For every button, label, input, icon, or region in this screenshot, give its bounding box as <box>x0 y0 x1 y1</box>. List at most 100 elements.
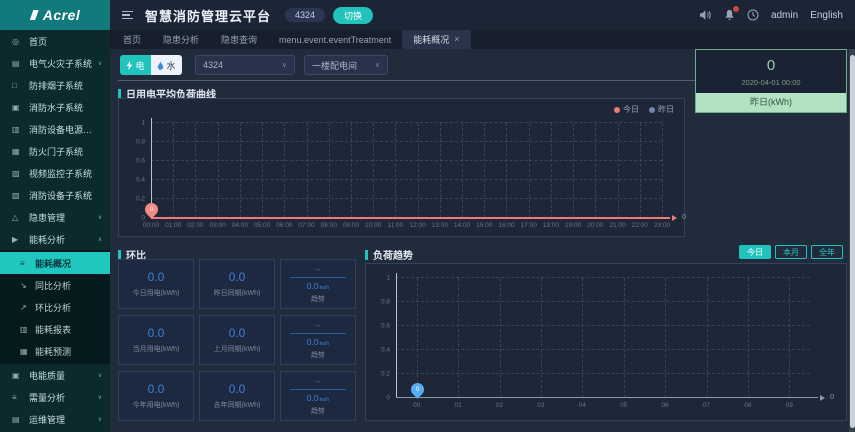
legend-label: 昨日 <box>658 105 674 114</box>
brand-logo: Acrel <box>0 0 110 30</box>
sidebar-subitem-icon: ↘ <box>20 280 27 290</box>
ring-label: 上月同期(kWh) <box>213 346 261 353</box>
ring-card: 0.0 今日用电(kWh) <box>118 259 194 309</box>
trend-range-buttons: 今日 本月 全年 <box>739 245 843 259</box>
main-content: 电 水 4324 ∨ 一楼配电间 ∨ 日用电平均负荷曲线 用电峰值 <box>110 49 855 432</box>
sidebar-item[interactable]: ▣ 电能质量 ∨ <box>0 364 110 386</box>
tab-label: 能耗概况 <box>413 35 450 45</box>
y-axis-line <box>396 273 397 398</box>
scrollbar-thumb[interactable] <box>849 55 855 428</box>
switch-button[interactable]: 切换 <box>333 6 374 24</box>
sidebar-subitem[interactable]: ▦ 能耗预测 <box>0 340 110 362</box>
sidebar-subitem[interactable]: ↘ 同比分析 <box>0 274 110 296</box>
sidebar-item-label: 防火门子系统 <box>29 146 84 157</box>
sidebar-subitem-label: 能耗预测 <box>35 346 72 357</box>
user-menu[interactable]: admin <box>771 10 798 21</box>
sidebar-item-icon: ▣ <box>12 102 20 112</box>
legend-item[interactable]: 今日 <box>614 104 639 115</box>
axis-arrow-icon <box>672 215 677 221</box>
trend-range-button[interactable]: 本月 <box>775 245 807 259</box>
sidebar-item[interactable]: ▦ 防火门子系统 <box>0 140 110 162</box>
sidebar-item[interactable]: ▥ 消防设备电源子系统 <box>0 118 110 140</box>
tab[interactable]: 隐患分析 × <box>152 30 210 49</box>
chevron-icon: ∨ <box>97 60 102 67</box>
peak-label: 昨日(kWh) <box>696 93 846 112</box>
peak-card: 0 2020-04-01 00:00 昨日(kWh) <box>695 49 847 113</box>
load-curve-panel: 今日 昨日 0 0 0 0.2 0.4 0.6 0.8 1 00:00 01:00 02:00 0… <box>118 98 686 237</box>
sidebar-item-label: 消防设备子系统 <box>29 190 93 201</box>
sidebar-item-label: 视频监控子系统 <box>29 168 93 179</box>
sidebar-item[interactable]: ▨ 视频监控子系统 <box>0 162 110 184</box>
tab[interactable]: 隐患查询 × <box>210 30 268 49</box>
scrollbar[interactable] <box>849 49 855 432</box>
sidebar-item-icon: ▤ <box>12 414 20 424</box>
sidebar-item-icon: □ <box>12 80 17 90</box>
data-point-marker[interactable]: 0 <box>407 380 427 399</box>
legend-label: 今日 <box>623 105 639 114</box>
sidebar-item-label: 电能质量 <box>29 370 66 381</box>
tab[interactable]: 能耗概况 × <box>402 30 471 49</box>
chevron-icon: ∨ <box>97 394 102 401</box>
trend-range-button[interactable]: 今日 <box>739 245 771 259</box>
bell-icon[interactable] <box>724 6 739 21</box>
sidebar-item[interactable]: □ 防排烟子系统 <box>0 74 110 96</box>
sidebar-item[interactable]: ▤ 运维管理 ∨ <box>0 408 110 430</box>
project-id-badge: 4324 <box>285 8 326 22</box>
sidebar-subitem-label: 能耗概况 <box>35 258 72 269</box>
ring-value: 0.0 <box>228 270 246 284</box>
legend-item[interactable]: 昨日 <box>649 104 674 115</box>
sidebar-item[interactable]: ▧ 消防设备子系统 <box>0 184 110 206</box>
trend-percent: -- <box>315 264 321 274</box>
notification-badge <box>732 6 739 12</box>
collapse-menu-icon[interactable] <box>122 10 133 20</box>
sidebar-subitem[interactable]: ≡ 能耗概况 <box>0 252 110 274</box>
today-series-line <box>151 217 670 219</box>
room-select[interactable]: 一楼配电间 ∨ <box>304 55 388 75</box>
sidebar-subitem[interactable]: ▥ 能耗报表 <box>0 318 110 340</box>
sidebar-item-icon: ▣ <box>12 370 20 380</box>
sidebar-item[interactable]: ▣ 消防水子系统 <box>0 96 110 118</box>
sidebar-subitem-label: 同比分析 <box>35 280 72 291</box>
sidebar-subitem-icon: ▥ <box>20 324 28 334</box>
chevron-icon: ∨ <box>97 416 102 423</box>
trend-percent: -- <box>315 376 321 386</box>
ring-row: 0.0 当月用电(kWh) 0.0 上月同期(kWh) -- 0.0kwh 趋势 <box>118 315 356 365</box>
trend-range-button[interactable]: 全年 <box>811 245 843 259</box>
title-marker <box>118 88 121 99</box>
tab-close-icon[interactable]: × <box>454 35 459 44</box>
chevron-down-icon: ∨ <box>374 62 380 69</box>
room-select-value: 一楼配电间 <box>312 60 358 71</box>
ring-card: 0.0 今年用电(kWh) <box>118 371 194 421</box>
ring-card: 0.0 当月用电(kWh) <box>118 315 194 365</box>
sidebar: ◎ 首页 ▤ 电气火灾子系统 ∨ □ 防排烟子系统 ▣ 消防水子系统 ▥ 消防设… <box>0 30 110 432</box>
electric-toggle-button[interactable]: 电 <box>120 55 151 75</box>
sidebar-item[interactable]: ▶ 能耗分析 ∧ <box>0 228 110 250</box>
speaker-icon[interactable] <box>699 9 712 21</box>
load-trend-title: 负荷趋势 <box>365 247 413 262</box>
data-point-marker[interactable]: 0 <box>142 200 161 219</box>
station-select[interactable]: 4324 ∨ <box>195 55 295 75</box>
sidebar-item-label: 消防水子系统 <box>29 102 84 113</box>
sidebar-submenu: ≡ 能耗概况 ↘ 同比分析 ↗ 环比分析 ▥ 能耗报表 ▦ 能耗预测 <box>0 250 110 364</box>
ring-trend-card: -- 0.0kwh 趋势 <box>280 315 356 365</box>
sidebar-subitem-label: 环比分析 <box>35 302 72 313</box>
sidebar-subitem[interactable]: ↗ 环比分析 <box>0 296 110 318</box>
peak-datetime: 2020-04-01 00:00 <box>741 78 801 87</box>
water-toggle-button[interactable]: 水 <box>151 55 182 75</box>
language-switch[interactable]: English <box>810 10 843 21</box>
tab[interactable]: menu.event.eventTreatment × <box>268 30 402 49</box>
divider <box>290 276 346 278</box>
tab[interactable]: 首页 × <box>112 30 152 49</box>
sidebar-item[interactable]: ≡ 需量分析 ∨ <box>0 386 110 408</box>
sidebar-item-label: 隐患管理 <box>29 212 66 223</box>
sidebar-item[interactable]: △ 隐患管理 ∨ <box>0 206 110 228</box>
ring-card: 0.0 上月同期(kWh) <box>199 315 275 365</box>
trend-value: 0.0kwh <box>306 392 330 403</box>
ring-label: 今年用电(kWh) <box>132 402 180 409</box>
sidebar-item[interactable]: ◎ 首页 <box>0 30 110 52</box>
sidebar-item[interactable]: ▤ 电气火灾子系统 ∨ <box>0 52 110 74</box>
ring-row: 0.0 今日用电(kWh) 0.0 昨日同期(kWh) -- 0.0kwh 趋势 <box>118 259 356 309</box>
clock-icon[interactable] <box>747 9 759 21</box>
sidebar-item-icon: ≡ <box>12 392 17 402</box>
trend-label: 趋势 <box>311 295 325 303</box>
